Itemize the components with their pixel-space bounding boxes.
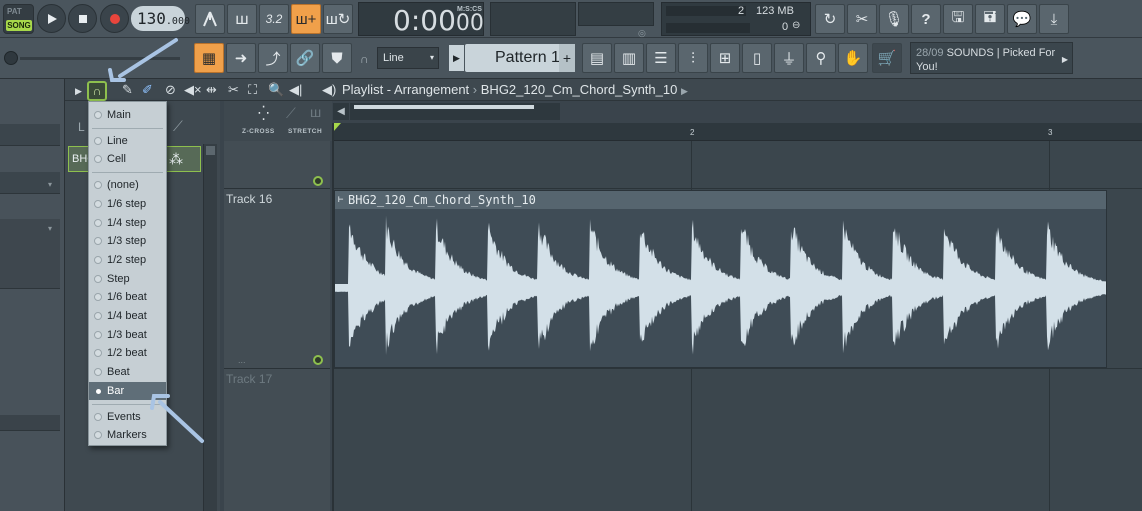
annotation-arrows	[108, 38, 204, 443]
annotation-arrow-bar	[158, 400, 204, 443]
annotation-arrow-magnet	[118, 38, 178, 78]
